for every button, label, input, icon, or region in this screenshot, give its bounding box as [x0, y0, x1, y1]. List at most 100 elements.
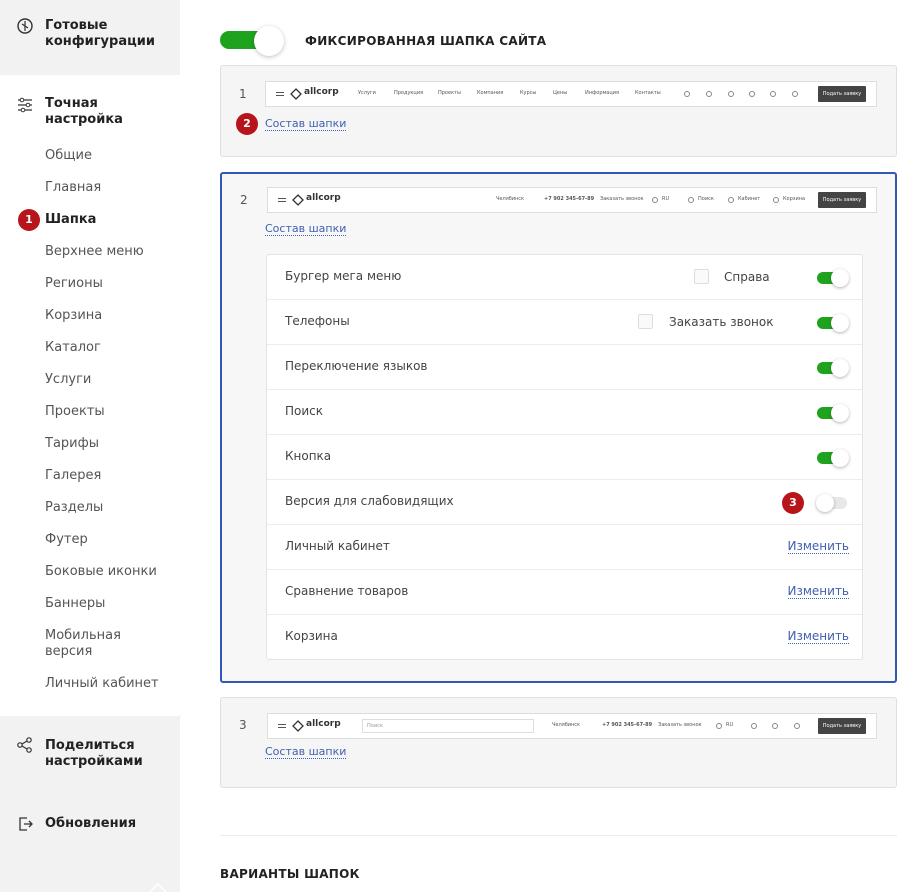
sidebar-item-footer[interactable]: Футер: [45, 532, 88, 548]
toggle-knob: [831, 269, 849, 287]
main-content: ФИКСИРОВАННАЯ ШАПКА САЙТА 1 allcorp Услу…: [180, 0, 916, 892]
setting-row: Бургер мега меню Справа: [267, 255, 862, 300]
sidebar-fine-tuning-label[interactable]: Точная настройка: [45, 96, 145, 128]
setting-row: Поиск: [267, 390, 862, 435]
user-icon: [770, 91, 776, 97]
setting-row: Телефоны Заказать звонок: [267, 300, 862, 345]
toggle-knob: [831, 449, 849, 467]
callback-checkbox[interactable]: [638, 314, 653, 329]
preview-city: Челябинск: [496, 196, 525, 202]
preview-cabinet: Кабинет: [738, 196, 761, 202]
variant-number: 2: [240, 193, 248, 207]
right-checkbox[interactable]: [694, 269, 709, 284]
sidebar-item-side-icons[interactable]: Боковые иконки: [45, 564, 157, 580]
fixed-header-title: ФИКСИРОВАННАЯ ШАПКА САЙТА: [305, 34, 547, 48]
toggle-knob: [831, 314, 849, 332]
sidebar-item-cart[interactable]: Корзина: [45, 308, 102, 324]
logo-icon: [290, 88, 302, 100]
burger-menu-toggle[interactable]: [817, 268, 849, 287]
toggle-knob: [816, 494, 834, 512]
setting-row: Переключение языков: [267, 345, 862, 390]
setting-label: Личный кабинет: [285, 539, 390, 553]
sidebar-item-sections[interactable]: Разделы: [45, 500, 103, 516]
preview-logo: allcorp: [306, 719, 341, 729]
sidebar-item-catalog[interactable]: Каталог: [45, 340, 101, 356]
sidebar-item-general[interactable]: Общие: [45, 148, 92, 164]
sidebar-item-cabinet[interactable]: Личный кабинет: [45, 676, 159, 692]
step-badge-2: 2: [236, 113, 258, 135]
preview-button: Подать заявку: [818, 86, 866, 102]
preview-menu-item: Курсы: [520, 90, 537, 96]
setting-label: Переключение языков: [285, 359, 428, 373]
change-compare-link[interactable]: Изменить: [787, 584, 849, 599]
header-composition-link-3[interactable]: Состав шапки: [265, 745, 347, 759]
updates-icon: [19, 817, 33, 831]
setting-label: Сравнение товаров: [285, 584, 409, 598]
preview-phone: +7 902 345-67-89: [544, 196, 595, 202]
sidebar-updates-label[interactable]: Обновления: [45, 816, 165, 832]
preview-button: Подать заявку: [818, 718, 866, 734]
sidebar-item-projects[interactable]: Проекты: [45, 404, 105, 420]
header-preview-2[interactable]: allcorp Челябинск +7 902 345-67-89 Заказ…: [267, 187, 877, 213]
header-variant-3[interactable]: 3 allcorp Поиск Челябинск +7 902 345-67-…: [220, 697, 897, 788]
sidebar-bottom-section: Поделиться настройками Обновления: [0, 716, 180, 892]
low-vision-toggle[interactable]: [816, 493, 849, 512]
burger-icon: [276, 92, 284, 96]
header-variant-1[interactable]: 1 allcorp Услуги Продукция Проекты Компа…: [220, 65, 897, 157]
header-composition-link-2[interactable]: Состав шапки: [265, 222, 347, 236]
toggle-knob: [831, 404, 849, 422]
share-icon: [17, 737, 32, 753]
header-preview-3[interactable]: allcorp Поиск Челябинск +7 902 345-67-89…: [267, 713, 877, 739]
globe-icon: [716, 723, 722, 729]
sidebar-item-tariffs[interactable]: Тарифы: [45, 436, 99, 452]
sidebar-ready-configs[interactable]: Готовые конфигурации: [0, 0, 180, 75]
step-badge-1: 1: [18, 209, 40, 231]
sidebar-item-top-menu[interactable]: Верхнее меню: [45, 244, 144, 260]
fixed-header-toggle[interactable]: [220, 26, 284, 56]
setting-label: Версия для слабовидящих: [285, 494, 454, 508]
setting-row: Корзина Изменить: [267, 615, 862, 660]
sidebar-ready-configs-label: Готовые конфигурации: [45, 18, 155, 49]
setting-row: Кнопка: [267, 435, 862, 480]
send-icon: [706, 91, 712, 97]
sidebar-item-gallery[interactable]: Галерея: [45, 468, 101, 484]
header-preview-1[interactable]: allcorp Услуги Продукция Проекты Компани…: [265, 81, 877, 107]
sidebar-item-services[interactable]: Услуги: [45, 372, 91, 388]
sidebar-share-label[interactable]: Поделиться настройками: [45, 738, 165, 770]
globe-icon: [684, 91, 690, 97]
globe-icon: [652, 197, 658, 203]
setting-label: Корзина: [285, 629, 338, 643]
sidebar-item-mobile[interactable]: Мобильная версия: [45, 628, 145, 660]
chevron-up-icon[interactable]: [148, 882, 168, 892]
preview-callback: Заказать звонок: [600, 196, 644, 202]
preview-lang: RU: [662, 196, 670, 202]
sidebar-item-main[interactable]: Главная: [45, 180, 101, 196]
preview-menu-item: Компания: [477, 90, 504, 96]
sidebar-item-banners[interactable]: Баннеры: [45, 596, 105, 612]
preview-menu-item: Цены: [553, 90, 568, 96]
sidebar-item-header[interactable]: Шапка: [45, 212, 96, 228]
logo-icon: [292, 720, 304, 732]
button-toggle[interactable]: [817, 448, 849, 467]
preview-callback: Заказать звонок: [658, 722, 702, 728]
setting-label: Бургер мега меню: [285, 269, 402, 283]
search-icon: [751, 723, 757, 729]
preview-logo: allcorp: [306, 193, 341, 203]
language-switch-toggle[interactable]: [817, 358, 849, 377]
phones-toggle[interactable]: [817, 313, 849, 332]
header-composition-link-1[interactable]: Состав шапки: [265, 117, 347, 131]
setting-label: Кнопка: [285, 449, 332, 463]
preview-logo: allcorp: [304, 87, 339, 97]
search-toggle[interactable]: [817, 403, 849, 422]
user-icon: [772, 723, 778, 729]
preview-menu-item: Информация: [585, 90, 620, 96]
variant-number: 1: [239, 87, 247, 101]
change-cart-link[interactable]: Изменить: [787, 629, 849, 644]
header-variant-2[interactable]: 2 allcorp Челябинск +7 902 345-67-89 Зак…: [220, 172, 897, 683]
search-icon: [749, 91, 755, 97]
change-cabinet-link[interactable]: Изменить: [787, 539, 849, 554]
callback-checkbox-label: Заказать звонок: [669, 315, 774, 329]
preview-search-field: Поиск: [362, 719, 534, 733]
header-settings-panel: Бургер мега меню Справа Телефоны Заказат…: [266, 254, 863, 660]
sidebar-item-regions[interactable]: Регионы: [45, 276, 103, 292]
